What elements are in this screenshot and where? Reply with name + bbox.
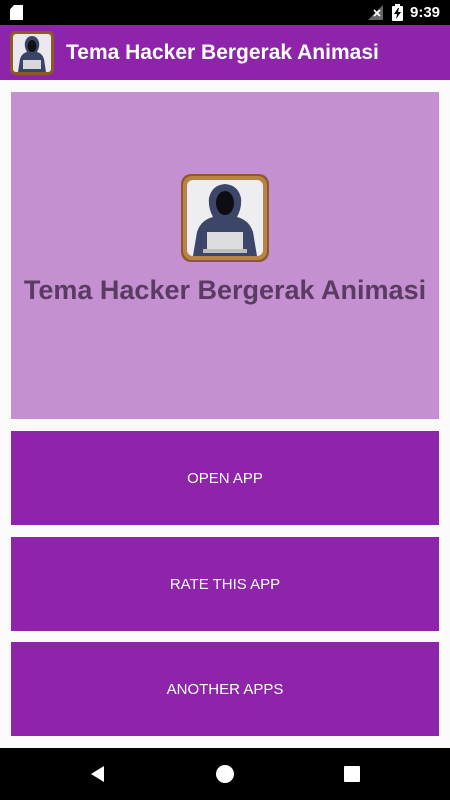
- navigation-bar: [0, 748, 450, 800]
- app-bar: Tema Hacker Bergerak Animasi: [0, 25, 450, 80]
- status-bar: 9:39: [0, 0, 450, 25]
- hero-card: Tema Hacker Bergerak Animasi: [11, 92, 439, 419]
- another-apps-button[interactable]: ANOTHER APPS: [11, 642, 439, 736]
- status-time: 9:39: [410, 4, 441, 21]
- signal-off-icon: [368, 5, 383, 20]
- hero-title: Tema Hacker Bergerak Animasi: [23, 275, 427, 305]
- rate-app-button[interactable]: RATE THIS APP: [11, 537, 439, 631]
- open-app-button[interactable]: OPEN APP: [11, 431, 439, 525]
- recents-icon[interactable]: [342, 764, 362, 784]
- sd-card-icon: [10, 5, 23, 20]
- hacker-hoodie-icon: [10, 31, 54, 75]
- hacker-hoodie-icon: [181, 174, 269, 262]
- home-icon[interactable]: [215, 764, 235, 784]
- battery-charging-icon: [392, 4, 403, 21]
- back-icon[interactable]: [88, 764, 108, 784]
- app-title: Tema Hacker Bergerak Animasi: [66, 41, 379, 64]
